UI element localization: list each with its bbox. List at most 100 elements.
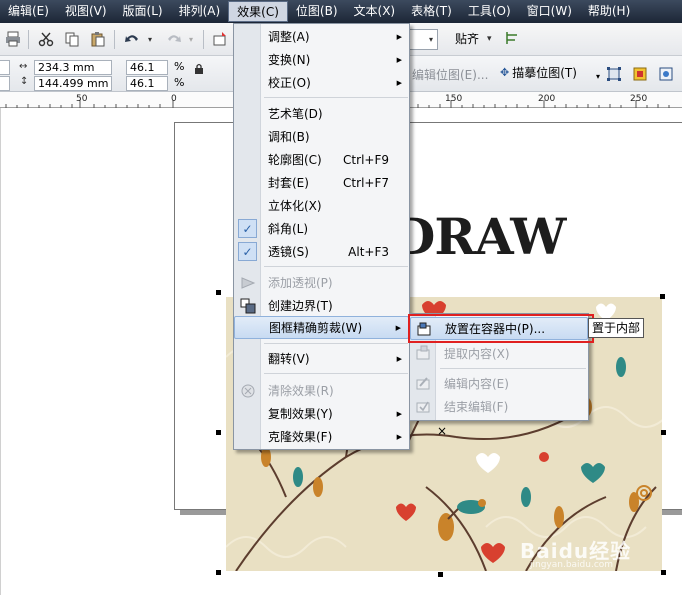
checkmark-icon: ✓ <box>238 242 257 261</box>
snap-to-button[interactable]: 贴齐 <box>455 30 479 49</box>
width-field[interactable]: 234.3 mm <box>34 60 112 75</box>
selection-handle[interactable] <box>661 430 666 435</box>
submenu-arrow-icon: ▶ <box>396 32 402 41</box>
trace-dropdown-icon[interactable]: ▾ <box>596 72 600 81</box>
toolbar-separator <box>28 30 29 49</box>
menu-help[interactable]: 帮助(H) <box>580 0 638 23</box>
menu-item-label: 艺术笔(D) <box>268 107 323 121</box>
percent-label: % <box>174 60 185 73</box>
menu-item-create-boundary[interactable]: 创建边界(T) <box>234 294 409 317</box>
menu-item-label: 调和(B) <box>268 130 310 144</box>
menu-item-label: 结束编辑(F) <box>444 400 509 414</box>
menu-layout[interactable]: 版面(L) <box>115 0 171 23</box>
menu-bitmaps[interactable]: 位图(B) <box>288 0 346 23</box>
menu-window[interactable]: 窗口(W) <box>519 0 580 23</box>
ruler-label: 250 <box>630 94 648 104</box>
menu-tools[interactable]: 工具(O) <box>460 0 519 23</box>
copy-icon[interactable] <box>62 29 82 49</box>
submenu-arrow-icon: ▶ <box>396 78 402 87</box>
redo-dropdown-icon[interactable]: ▾ <box>186 29 196 49</box>
x-position-field[interactable] <box>0 60 10 75</box>
extract-contents-icon <box>414 344 432 362</box>
menu-item-label: 克隆效果(F) <box>268 430 333 444</box>
menu-item-clone-effect[interactable]: 克隆效果(F) ▶ <box>234 425 409 448</box>
crop-bitmap-icon[interactable] <box>604 64 624 84</box>
clear-effect-icon <box>238 381 257 400</box>
menu-item-label: 翻转(V) <box>268 352 310 366</box>
undo-icon[interactable] <box>122 29 142 49</box>
y-position-field[interactable] <box>0 76 10 91</box>
edit-bitmap-button[interactable]: 编辑位图(E)... <box>412 66 488 83</box>
perspective-icon <box>238 273 257 292</box>
width-icon: ↔ <box>19 61 28 72</box>
submenu-item-extract-contents[interactable]: 提取内容(X) <box>410 342 588 365</box>
selection-handle[interactable] <box>438 572 443 577</box>
selection-handle[interactable] <box>661 570 666 575</box>
guidelines-icon[interactable] <box>505 30 519 50</box>
ruler-label: 50 <box>76 94 88 104</box>
import-icon[interactable] <box>210 29 230 49</box>
scale-y-field[interactable]: 46.1 <box>126 76 168 91</box>
coreldraw-window: 编辑(E) 视图(V) 版面(L) 排列(A) 效果(C) 位图(B) 文本(X… <box>0 0 682 595</box>
menu-item-clear-effect[interactable]: 清除效果(R) <box>234 379 409 402</box>
menu-item-rollover[interactable]: 翻转(V) ▶ <box>234 347 409 370</box>
menu-item-label: 图框精确剪裁(W) <box>269 321 363 335</box>
submenu-item-edit-contents[interactable]: 编辑内容(E) <box>410 372 588 395</box>
menu-arrange[interactable]: 排列(A) <box>171 0 229 23</box>
snap-dropdown-icon[interactable]: ▾ <box>487 30 492 49</box>
zoom-dropdown-icon[interactable]: ▾ <box>425 32 437 46</box>
vertical-ruler[interactable] <box>0 108 1 595</box>
menu-item-label: 透镜(S) <box>268 245 309 259</box>
menu-item-label: 变换(N) <box>268 53 311 67</box>
menu-item-transform[interactable]: 变换(N) ▶ <box>234 48 409 71</box>
menu-item-correction[interactable]: 校正(O) ▶ <box>234 71 409 94</box>
scale-x-field[interactable]: 46.1 <box>126 60 168 75</box>
menu-view[interactable]: 视图(V) <box>57 0 115 23</box>
undo-dropdown-icon[interactable]: ▾ <box>145 29 155 49</box>
submenu-arrow-icon: ▶ <box>396 354 402 363</box>
menu-item-bevel[interactable]: ✓ 斜角(L) <box>234 217 409 240</box>
menu-item-contour[interactable]: 轮廓图(C) Ctrl+F9 <box>234 148 409 171</box>
menu-text[interactable]: 文本(X) <box>346 0 404 23</box>
menu-item-blend[interactable]: 调和(B) <box>234 125 409 148</box>
ruler-label: 0 <box>171 94 177 104</box>
selection-handle[interactable] <box>216 290 221 295</box>
menu-item-powerclip[interactable]: 图框精确剪裁(W) ▶ <box>234 316 409 339</box>
bitmap-color-mask-icon[interactable] <box>656 64 676 84</box>
selection-handle[interactable] <box>660 294 665 299</box>
trace-bitmap-button[interactable]: ✥ 描摹位图(T) <box>495 62 582 84</box>
menu-item-envelope[interactable]: 封套(E) Ctrl+F7 <box>234 171 409 194</box>
menu-item-shortcut: Ctrl+F9 <box>343 152 389 167</box>
effects-menu: 调整(A) ▶ 变换(N) ▶ 校正(O) ▶ 艺术笔(D) 调和(B) 轮廓图… <box>233 23 410 450</box>
selection-handle[interactable] <box>216 430 221 435</box>
canvas-title-text[interactable]: DRAW <box>392 207 566 266</box>
menu-item-extrude[interactable]: 立体化(X) <box>234 194 409 217</box>
menu-table[interactable]: 表格(T) <box>403 0 460 23</box>
menu-bar: 编辑(E) 视图(V) 版面(L) 排列(A) 效果(C) 位图(B) 文本(X… <box>0 0 682 23</box>
menu-effects[interactable]: 效果(C) <box>228 1 288 22</box>
menu-item-label: 清除效果(R) <box>268 384 334 398</box>
menu-item-label: 调整(A) <box>268 30 310 44</box>
menu-item-shortcut: Ctrl+F7 <box>343 175 389 190</box>
watermark-url: jingyan.baidu.com <box>530 560 614 570</box>
selection-center-icon[interactable]: × <box>437 424 447 438</box>
lock-ratio-icon[interactable] <box>194 63 204 77</box>
finish-editing-icon <box>414 397 432 415</box>
menu-item-adjust[interactable]: 调整(A) ▶ <box>234 25 409 48</box>
menu-edit[interactable]: 编辑(E) <box>0 0 57 23</box>
menu-item-lens[interactable]: ✓ 透镜(S) Alt+F3 <box>234 240 409 263</box>
menu-item-copy-effect[interactable]: 复制效果(Y) ▶ <box>234 402 409 425</box>
height-field[interactable]: 144.499 mm <box>34 76 112 91</box>
menu-item-label: 复制效果(Y) <box>268 407 333 421</box>
paste-icon[interactable] <box>88 29 108 49</box>
selection-handle[interactable] <box>216 570 221 575</box>
redo-icon[interactable] <box>164 29 184 49</box>
print-icon[interactable] <box>3 29 23 49</box>
cut-icon[interactable] <box>36 29 56 49</box>
resample-icon[interactable] <box>630 64 650 84</box>
percent-label: % <box>174 76 185 89</box>
menu-item-add-perspective[interactable]: 添加透视(P) <box>234 271 409 294</box>
submenu-item-finish-editing[interactable]: 结束编辑(F) <box>410 395 588 418</box>
menu-item-label: 创建边界(T) <box>268 299 333 313</box>
menu-item-artistic-media[interactable]: 艺术笔(D) <box>234 102 409 125</box>
